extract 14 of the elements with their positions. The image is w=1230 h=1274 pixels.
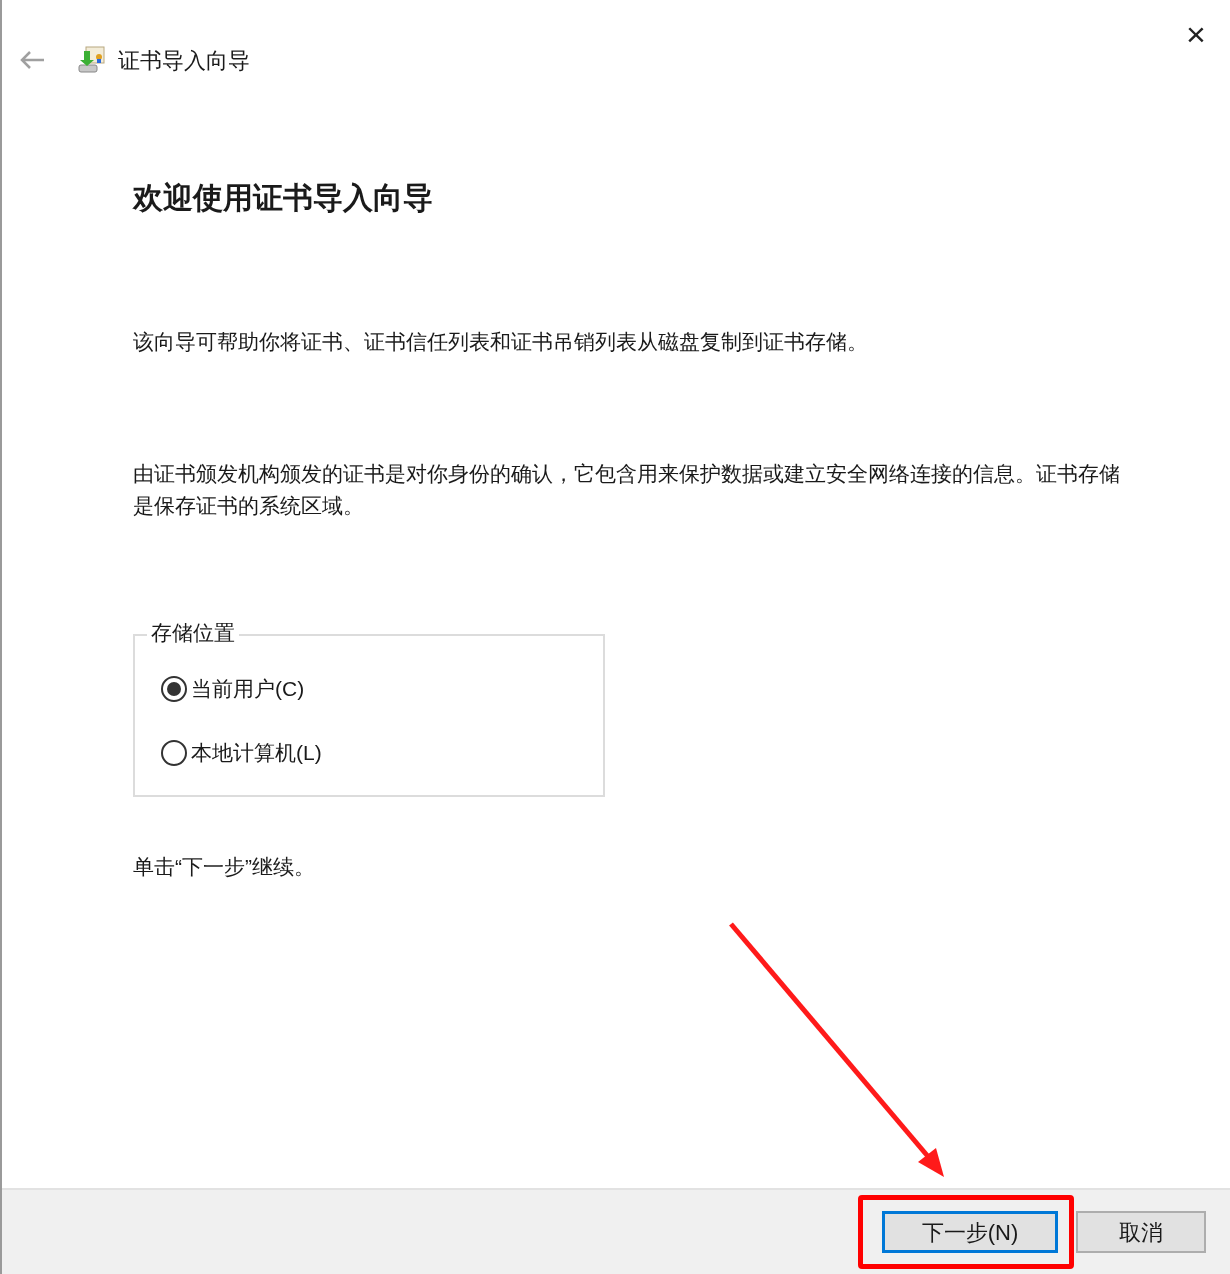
close-button[interactable]: × — [1178, 16, 1214, 52]
hint-text: 单击“下一步”继续。 — [133, 854, 316, 880]
description-text: 该向导可帮助你将证书、证书信任列表和证书吊销列表从磁盘复制到证书存储。 — [133, 329, 869, 355]
description-text: 由证书颁发机构颁发的证书是对你身份的确认，它包含用来保护数据或建立安全网络连接的信息。证书存储是保存证书的系统区域。 — [133, 461, 1121, 519]
window-title: 证书导入向导 — [118, 46, 250, 75]
radio-option[interactable]: 当前用户(C) — [161, 674, 305, 704]
radio-button[interactable] — [161, 676, 187, 702]
radio-option[interactable]: 本地计算机(L) — [161, 738, 322, 768]
next-button[interactable]: 下一步(N) — [882, 1211, 1058, 1253]
back-arrow-icon[interactable] — [18, 50, 46, 70]
radio-button[interactable] — [161, 740, 187, 766]
wizard-heading: 欢迎使用证书导入向导 — [133, 180, 434, 216]
certificate-icon — [76, 45, 106, 75]
cancel-button[interactable]: 取消 — [1076, 1211, 1206, 1253]
